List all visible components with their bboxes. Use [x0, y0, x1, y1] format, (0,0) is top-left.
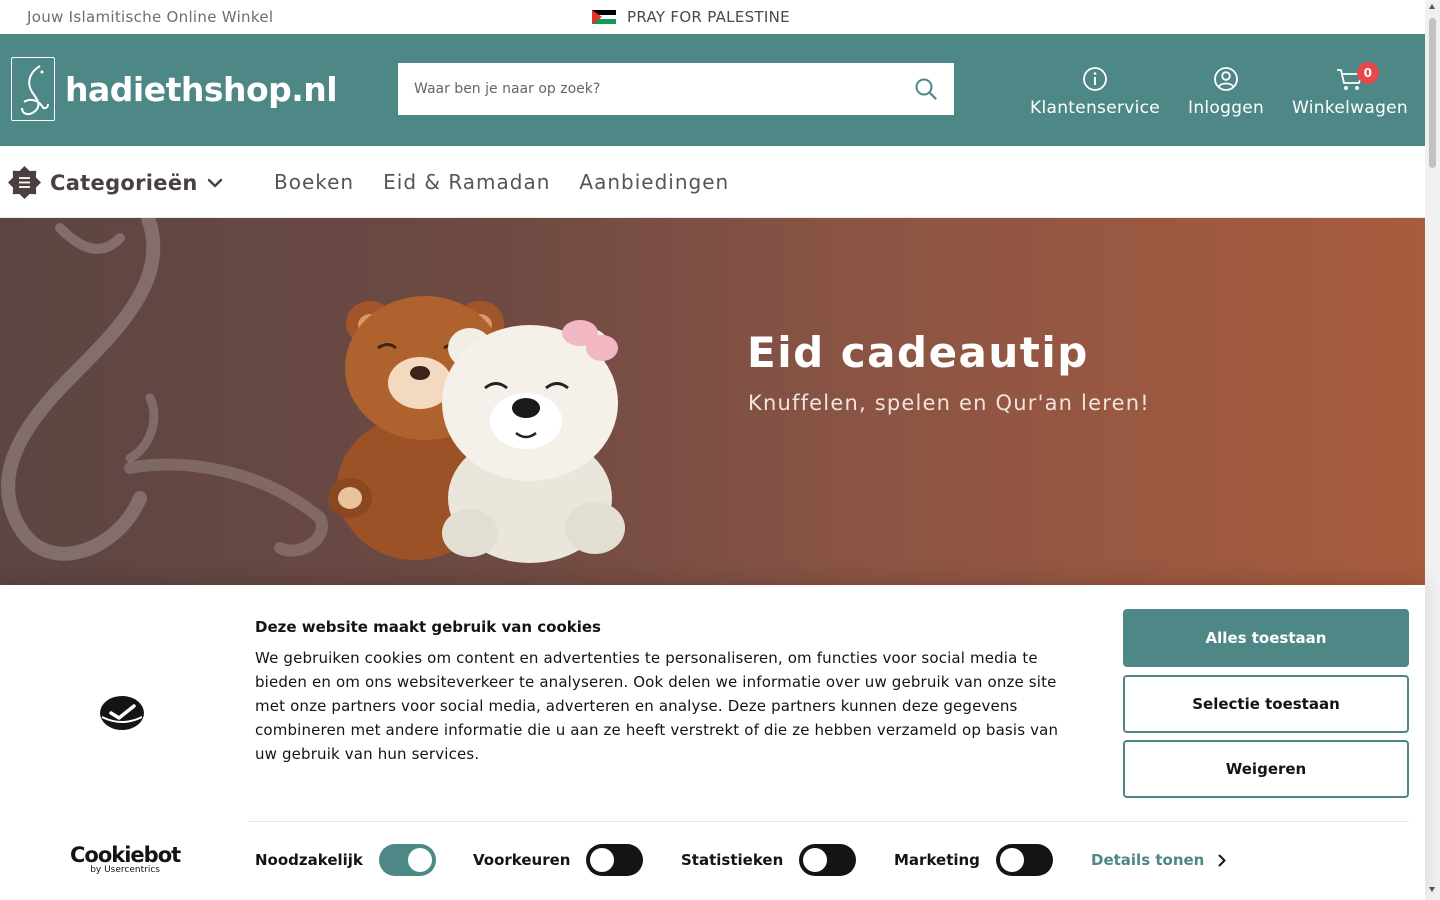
- statistics-switch[interactable]: [799, 844, 857, 876]
- cookie-divider: [249, 821, 1409, 822]
- marketing-switch[interactable]: [995, 844, 1053, 876]
- customer-service-link[interactable]: Klantenservice: [1030, 66, 1160, 118]
- site-header: hadiethshop.nl Klantenservice: [0, 34, 1425, 146]
- cart-link[interactable]: 0 Winkelwagen: [1292, 62, 1408, 118]
- categories-star-icon: [8, 166, 41, 199]
- top-bar: Jouw Islamitische Online Winkel PRAY FOR…: [0, 0, 1425, 34]
- search-input[interactable]: [398, 63, 878, 115]
- categories-toggle[interactable]: Categorieën: [8, 166, 223, 199]
- scroll-down-icon[interactable]: [1429, 887, 1435, 892]
- toggle-marketing-label: Marketing: [894, 851, 980, 869]
- logo-mark-icon: [11, 57, 55, 121]
- show-details-link[interactable]: Details tonen: [1091, 851, 1226, 869]
- toggle-necessary-label: Noodzakelijk: [255, 851, 363, 869]
- toggle-marketing: Marketing: [894, 844, 1053, 876]
- nav-link-boeken[interactable]: Boeken: [274, 170, 354, 194]
- chevron-right-icon: [1218, 854, 1226, 866]
- toggle-preferences-label: Voorkeuren: [473, 851, 571, 869]
- cart-label: Winkelwagen: [1292, 98, 1408, 118]
- page-scrollbar[interactable]: [1425, 0, 1440, 900]
- cookie-title: Deze website maakt gebruik van cookies: [255, 618, 601, 636]
- pray-text: PRAY FOR PALESTINE: [627, 8, 790, 26]
- nav-link-aanbiedingen[interactable]: Aanbiedingen: [579, 170, 729, 194]
- toggle-statistics-label: Statistieken: [681, 851, 784, 869]
- deny-button[interactable]: Weigeren: [1123, 740, 1409, 798]
- calligraphy-decoration: [1, 218, 328, 561]
- hero-banner[interactable]: Eid cadeautip Knuffelen, spelen en Qur'a…: [0, 218, 1425, 585]
- cart-icon: 0: [1335, 62, 1379, 92]
- scrollbar-thumb[interactable]: [1429, 18, 1436, 168]
- toggle-necessary: Noodzakelijk: [255, 844, 436, 876]
- necessary-switch[interactable]: [378, 844, 436, 876]
- hero-subtitle: Knuffelen, spelen en Qur'an leren!: [748, 391, 1150, 415]
- toggle-statistics: Statistieken: [681, 844, 857, 876]
- user-icon: [1213, 66, 1239, 92]
- nav-link-eid-ramadan[interactable]: Eid & Ramadan: [383, 170, 550, 194]
- palestine-flag-icon: [592, 10, 616, 24]
- cookie-description: We gebruiken cookies om content en adver…: [255, 649, 1059, 763]
- preferences-switch[interactable]: [586, 844, 644, 876]
- pray-for-palestine: PRAY FOR PALESTINE: [592, 8, 790, 26]
- cookie-consent-banner: Deze website maakt gebruik van cookies W…: [0, 585, 1425, 900]
- chevron-down-icon: [207, 178, 222, 187]
- show-details-label: Details tonen: [1091, 851, 1205, 869]
- cookiebot-logo[interactable]: Cookiebot by Usercentrics: [70, 843, 181, 875]
- scroll-up-icon[interactable]: [1429, 4, 1435, 9]
- cart-count-badge: 0: [1357, 62, 1379, 84]
- info-icon: [1082, 66, 1108, 92]
- allow-selection-button[interactable]: Selectie toestaan: [1123, 675, 1409, 733]
- category-nav: Categorieën Boeken Eid & Ramadan Aanbied…: [0, 146, 1425, 218]
- site-logo[interactable]: hadiethshop.nl: [11, 57, 338, 121]
- toggle-preferences: Voorkeuren: [473, 844, 644, 876]
- allow-all-button[interactable]: Alles toestaan: [1123, 609, 1409, 667]
- logo-text: hadiethshop.nl: [65, 69, 338, 109]
- login-link[interactable]: Inloggen: [1188, 66, 1264, 118]
- teddy-bears-image: [328, 296, 625, 563]
- customer-service-label: Klantenservice: [1030, 98, 1161, 118]
- search-bar: [398, 63, 954, 115]
- categories-label: Categorieën: [50, 170, 198, 195]
- cookiebot-badge-icon: [98, 693, 146, 737]
- hero-title: Eid cadeautip: [747, 328, 1089, 377]
- site-tagline: Jouw Islamitische Online Winkel: [27, 8, 274, 26]
- cookiebot-logo-subtext: by Usercentrics: [90, 865, 160, 875]
- main-nav-links: Boeken Eid & Ramadan Aanbiedingen: [274, 170, 729, 194]
- cookiebot-logo-text: Cookiebot: [70, 843, 181, 867]
- search-icon[interactable]: [914, 77, 938, 101]
- login-label: Inloggen: [1188, 98, 1265, 118]
